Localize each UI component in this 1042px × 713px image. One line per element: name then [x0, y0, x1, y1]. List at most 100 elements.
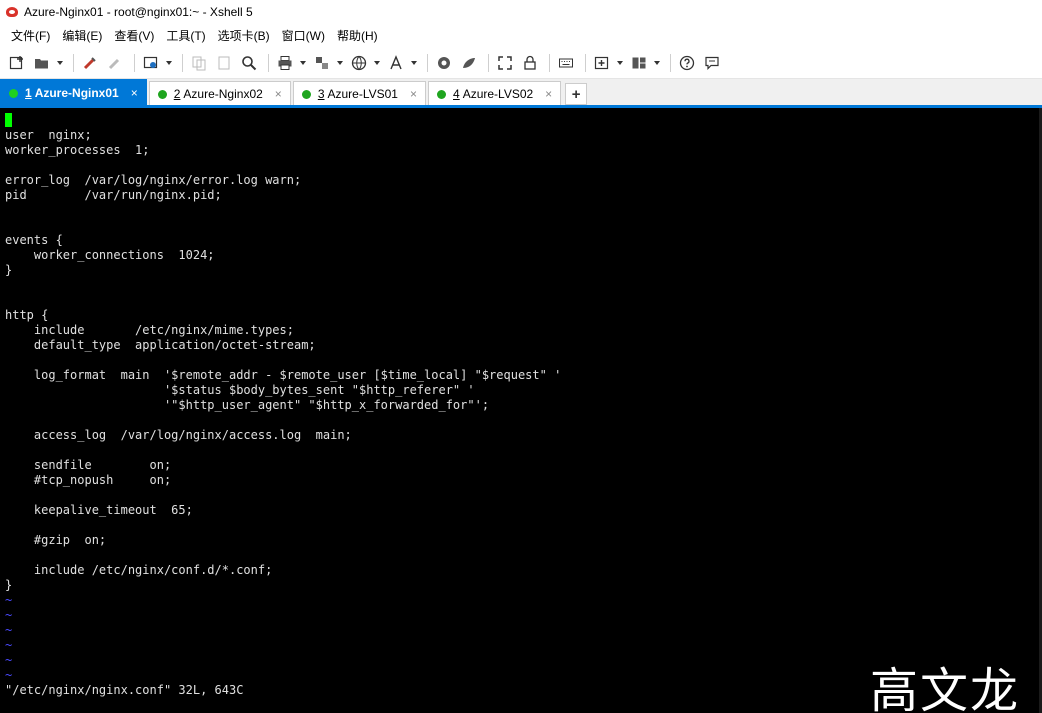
help-icon[interactable]	[676, 52, 698, 74]
terminal-cursor-line	[5, 113, 1042, 128]
font-dropdown-icon[interactable]	[410, 52, 418, 74]
toolbar	[0, 47, 1042, 79]
keyboard-icon[interactable]	[555, 52, 577, 74]
terminal-line: #gzip on;	[5, 533, 107, 547]
menu-tabs[interactable]: 选项卡(B)	[212, 27, 276, 44]
fullscreen-icon[interactable]	[494, 52, 516, 74]
properties-icon[interactable]	[140, 52, 162, 74]
vim-empty-line-marker: ~	[5, 623, 13, 637]
properties-dropdown-icon[interactable]	[165, 52, 173, 74]
terminal-line: '"$http_user_agent" "$http_x_forwarded_f…	[5, 398, 490, 412]
terminal-line: http {	[5, 308, 49, 322]
terminal-line: worker_processes 1;	[5, 143, 150, 157]
session-status-dot	[301, 89, 311, 99]
tab-close-icon[interactable]: ×	[410, 87, 417, 101]
terminal-line: error_log /var/log/nginx/error.log warn;	[5, 173, 302, 187]
add-tab-button[interactable]: +	[565, 83, 588, 105]
menu-edit[interactable]: 编辑(E)	[56, 27, 108, 44]
reconnect-icon[interactable]	[79, 52, 101, 74]
title-bar: Azure-Nginx01 - root@nginx01:~ - Xshell …	[0, 0, 1042, 23]
paste-icon	[213, 52, 235, 74]
new-session-icon[interactable]	[6, 52, 28, 74]
terminal-line: worker_connections 1024;	[5, 248, 215, 262]
print-dropdown-icon[interactable]	[299, 52, 307, 74]
tab-close-icon[interactable]: ×	[131, 86, 138, 100]
menu-file[interactable]: 文件(F)	[5, 27, 56, 44]
globe-icon[interactable]	[348, 52, 370, 74]
xmanager-icon[interactable]	[458, 52, 480, 74]
toolbar-separator	[670, 53, 671, 72]
layout-icon[interactable]	[628, 52, 650, 74]
vim-status-line: "/etc/nginx/nginx.conf" 32L, 643C	[5, 683, 244, 697]
menu-view[interactable]: 查看(V)	[108, 27, 160, 44]
find-icon[interactable]	[238, 52, 260, 74]
terminal-line: user nginx;	[5, 128, 92, 142]
globe-dropdown-icon[interactable]	[373, 52, 381, 74]
toolbar-separator	[73, 53, 74, 72]
transfer-dropdown-icon[interactable]	[336, 52, 344, 74]
terminal-line: sendfile on;	[5, 458, 172, 472]
session-status-dot	[437, 89, 446, 99]
terminal-line: #tcp_nopush on;	[5, 473, 172, 487]
menu-window[interactable]: 窗口(W)	[276, 27, 331, 44]
tab-close-icon[interactable]: ×	[275, 87, 282, 101]
copy-icon	[188, 52, 210, 74]
tab-number: 4	[453, 87, 460, 101]
new-tab-icon[interactable]	[591, 52, 613, 74]
terminal-cursor	[5, 113, 12, 127]
menu-help[interactable]: 帮助(H)	[331, 27, 384, 44]
layout-dropdown-icon[interactable]	[653, 52, 661, 74]
toolbar-separator	[488, 53, 489, 72]
xftp-icon[interactable]	[433, 52, 455, 74]
xshell-app-icon[interactable]	[5, 5, 19, 19]
menu-bar: 文件(F) 编辑(E) 查看(V) 工具(T) 选项卡(B) 窗口(W) 帮助(…	[0, 23, 1042, 47]
tab-label: Azure-Nginx02	[183, 87, 263, 101]
terminal-line: }	[5, 578, 13, 592]
font-icon[interactable]	[385, 52, 407, 74]
toolbar-separator	[427, 53, 428, 72]
chat-icon[interactable]	[701, 52, 723, 74]
tab-number: 3	[317, 87, 325, 101]
terminal-line: include /etc/nginx/mime.types;	[5, 323, 294, 337]
session-tab-bar: 1 Azure-Nginx01 × 2 Azure-Nginx02 × 3 Az…	[0, 79, 1042, 106]
open-folder-icon[interactable]	[31, 52, 53, 74]
tab-azure-lvs02[interactable]: 4 Azure-LVS02 ×	[428, 81, 562, 106]
print-icon[interactable]	[274, 52, 296, 74]
new-tab-dropdown-icon[interactable]	[616, 52, 624, 74]
tab-number: 2	[173, 87, 181, 101]
open-dropdown-icon[interactable]	[56, 52, 64, 74]
toolbar-separator	[549, 53, 550, 72]
tab-azure-nginx01[interactable]: 1 Azure-Nginx01 ×	[0, 79, 147, 106]
session-status-dot	[157, 89, 167, 99]
session-status-dot	[9, 88, 18, 98]
toolbar-separator	[182, 53, 183, 72]
tab-azure-lvs01[interactable]: 3 Azure-LVS01 ×	[292, 81, 426, 106]
terminal-line: access_log /var/log/nginx/access.log mai…	[5, 428, 352, 442]
vim-empty-line-marker: ~	[5, 638, 13, 652]
lock-icon[interactable]	[519, 52, 541, 74]
terminal-line: events {	[5, 233, 63, 247]
tab-label: Azure-LVS01	[327, 87, 398, 101]
transfer-icon[interactable]	[311, 52, 333, 74]
terminal-line: pid /var/run/nginx.pid;	[5, 188, 222, 202]
terminal-line: keepalive_timeout 65;	[5, 503, 193, 517]
terminal-line: }	[5, 263, 13, 277]
tab-close-icon[interactable]: ×	[545, 87, 552, 101]
terminal-line: log_format main '$remote_addr - $remote_…	[5, 368, 562, 382]
menu-tools[interactable]: 工具(T)	[160, 27, 211, 44]
tab-label: Azure-Nginx01	[34, 86, 119, 100]
tab-azure-nginx02[interactable]: 2 Azure-Nginx02 ×	[148, 81, 291, 106]
toolbar-separator	[134, 53, 135, 72]
terminal-area[interactable]: user nginx; worker_processes 1; error_lo…	[0, 108, 1042, 713]
watermark-text: 高文龙	[869, 663, 1020, 713]
window-title: Azure-Nginx01 - root@nginx01:~ - Xshell …	[24, 4, 253, 19]
toolbar-separator	[585, 53, 586, 72]
